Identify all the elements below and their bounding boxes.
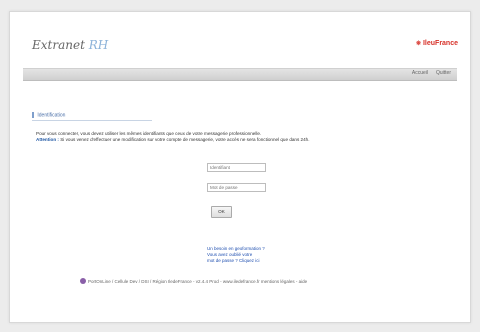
app-title: Extranet RH: [32, 38, 108, 52]
intro-text: Pour vous connecter, vous devez utiliser…: [36, 131, 466, 143]
footer: PortOnLine / Cellule Dev / DSI / Région …: [80, 278, 307, 284]
warning-line: Attention : Si vous venez d'effectuer un…: [36, 137, 466, 143]
region-logo[interactable]: ❊ IleuFrance: [416, 40, 458, 47]
menu-item-quitter[interactable]: Quitter: [436, 70, 451, 76]
password-input[interactable]: [207, 183, 266, 192]
logo-flower-icon: ❊: [415, 41, 421, 47]
app-title-main: Extranet: [32, 38, 85, 52]
warning-label: Attention :: [36, 137, 59, 142]
ok-button[interactable]: OK: [211, 206, 232, 218]
help-links: Un besoin en geoformation ? Vous avez ou…: [207, 246, 265, 264]
login-input[interactable]: [207, 163, 266, 172]
footer-text: PortOnLine / Cellule Dev / DSI / Région …: [88, 278, 308, 284]
top-menu: Accueil Quitter: [412, 70, 451, 76]
page-frame: Extranet RH ❊ IleuFrance Accueil Quitter…: [9, 11, 471, 323]
footer-logo-icon: [80, 278, 86, 284]
app-title-accent: RH: [88, 38, 109, 52]
forgot-password-link-line2[interactable]: mot de passe ? Cliquez ici: [207, 258, 265, 264]
menu-item-accueil[interactable]: Accueil: [412, 70, 428, 76]
section-marker-icon: [32, 112, 34, 118]
warning-text: Si vous venez d'effectuer une modificati…: [58, 137, 310, 142]
menu-bar: Accueil Quitter: [23, 68, 457, 81]
header: Extranet RH ❊ IleuFrance: [10, 12, 470, 64]
section-title: Identification: [32, 112, 152, 122]
section-title-text: Identification: [37, 112, 66, 119]
logo-text: IleuFrance: [422, 40, 458, 47]
